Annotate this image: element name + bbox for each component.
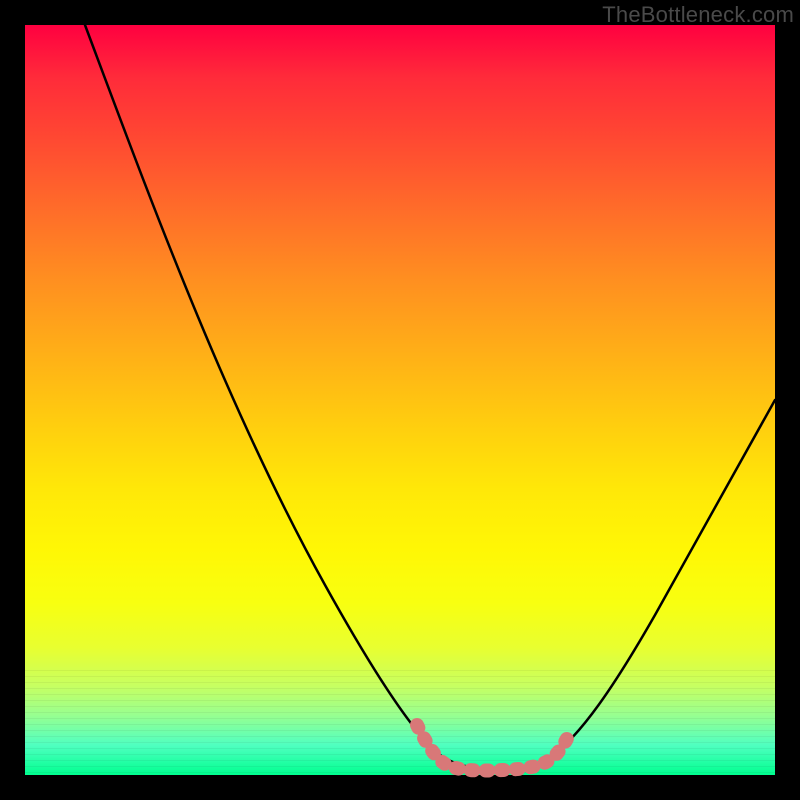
flat-minimum-highlight [417, 725, 571, 770]
curve-svg [25, 25, 775, 775]
bottleneck-curve [85, 25, 775, 769]
plot-area [25, 25, 775, 775]
chart-frame: TheBottleneck.com [0, 0, 800, 800]
attribution-text: TheBottleneck.com [602, 2, 794, 28]
